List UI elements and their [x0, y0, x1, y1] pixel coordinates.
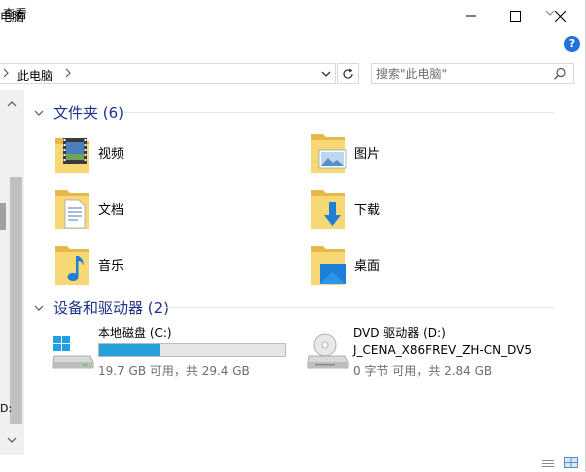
drive-name: 本地磁盘 (C:)	[98, 326, 172, 340]
drive-space-info: 19.7 GB 可用，共 29.4 GB	[98, 364, 250, 378]
drive-c[interactable]: 本地磁盘 (C:) 19.7 GB 可用，共 29.4 GB	[52, 324, 312, 384]
search-box[interactable]	[371, 63, 574, 84]
breadcrumb-this-pc[interactable]: 此电脑	[17, 67, 53, 84]
drive-volume-label: J_CENA_X86FREV_ZH-CN_DV5	[353, 343, 533, 357]
ribbon-tabs	[0, 32, 586, 58]
drive-space-info: 0 字节 可用，共 2.84 GB	[353, 364, 493, 378]
drive-d-dvd[interactable]: DVD 驱动器 (D:) J_CENA_X86FREV_ZH-CN_DV5 0 …	[307, 324, 567, 384]
drive-usage-fill	[99, 344, 161, 356]
folder-label: 下载	[354, 203, 381, 218]
nav-pane-edge	[0, 203, 6, 230]
hard-drive-windows-icon	[52, 336, 94, 369]
folder-downloads[interactable]: 下载	[309, 186, 529, 236]
tab-view[interactable]: 查看	[3, 5, 27, 22]
folder-label: 视频	[98, 147, 125, 162]
breadcrumb-root-chevron-icon[interactable]	[2, 67, 10, 79]
details-view-icon[interactable]	[542, 458, 554, 468]
dvd-drive-icon	[307, 333, 349, 369]
chevron-down-icon	[545, 10, 555, 16]
large-icons-view-icon[interactable]	[564, 457, 578, 468]
group-title: 设备和驱动器 (2)	[53, 299, 170, 317]
videos-folder-icon	[55, 138, 89, 173]
scroll-down-arrow[interactable]	[7, 433, 17, 443]
refresh-button[interactable]	[337, 63, 359, 84]
breadcrumb-separator-icon[interactable]	[64, 67, 72, 79]
pictures-folder-icon	[311, 134, 347, 173]
folder-music[interactable]: 音乐	[53, 242, 273, 292]
drive-name: DVD 驱动器 (D:)	[353, 326, 446, 340]
group-header-devices[interactable]: 设备和驱动器 (2)	[33, 297, 169, 318]
help-icon[interactable]: ?	[564, 36, 580, 52]
group-header-folders[interactable]: 文件夹 (6)	[33, 102, 124, 123]
documents-folder-icon	[55, 190, 89, 229]
folder-label: 音乐	[98, 259, 125, 274]
expand-ribbon-button[interactable]	[543, 6, 557, 20]
scroll-up-arrow[interactable]	[7, 97, 17, 107]
chevron-down-icon	[321, 71, 331, 77]
drive-usage-bar	[98, 343, 286, 357]
maximize-button[interactable]	[492, 0, 538, 32]
refresh-icon	[343, 68, 353, 79]
chevron-down-icon	[34, 110, 44, 116]
folder-videos[interactable]: 视频	[53, 130, 273, 180]
address-history-dropdown[interactable]	[320, 68, 332, 78]
folder-desktop[interactable]: 桌面	[309, 242, 529, 292]
search-icon[interactable]	[553, 67, 567, 81]
downloads-folder-icon	[311, 190, 345, 229]
maximize-icon	[509, 10, 521, 22]
search-input[interactable]	[376, 66, 546, 81]
group-divider	[166, 307, 554, 308]
music-folder-icon	[55, 246, 89, 285]
folder-label: 图片	[354, 147, 381, 162]
status-bar	[0, 455, 586, 471]
folder-documents[interactable]: 文档	[53, 186, 273, 236]
folder-pictures[interactable]: 图片	[309, 130, 529, 180]
scrollbar-thumb[interactable]	[10, 177, 22, 424]
group-divider	[124, 112, 554, 113]
group-title: 文件夹 (6)	[53, 104, 125, 122]
folder-label: 桌面	[354, 259, 381, 274]
chevron-down-icon	[34, 305, 44, 311]
folder-label: 文档	[98, 203, 125, 218]
nav-drive-label[interactable]: D:	[0, 402, 12, 415]
desktop-folder-icon	[311, 246, 346, 285]
minimize-button[interactable]	[448, 0, 494, 32]
minimize-icon	[466, 15, 476, 17]
